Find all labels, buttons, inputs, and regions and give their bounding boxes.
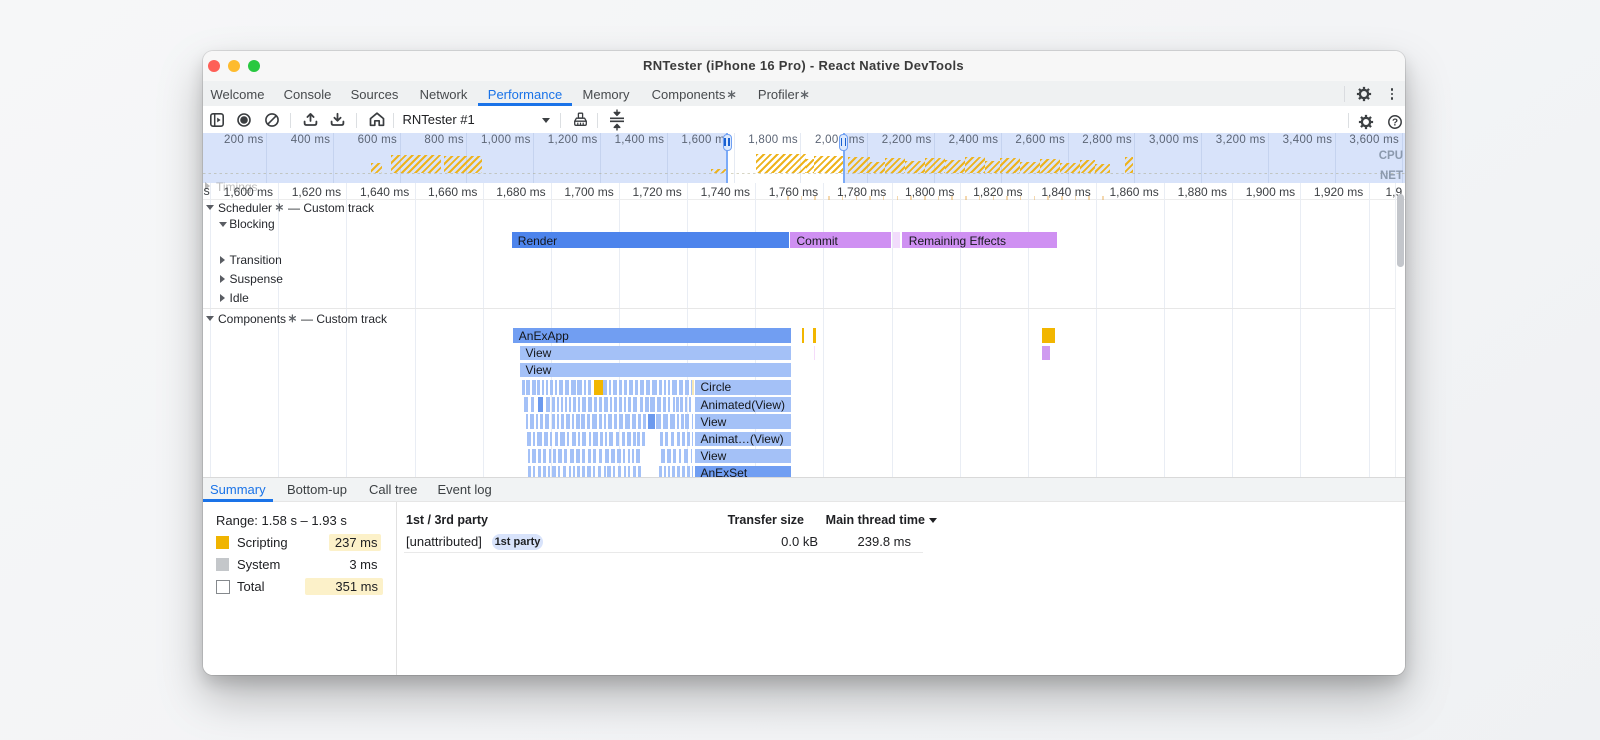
svg-text:?: ? — [1392, 117, 1398, 128]
